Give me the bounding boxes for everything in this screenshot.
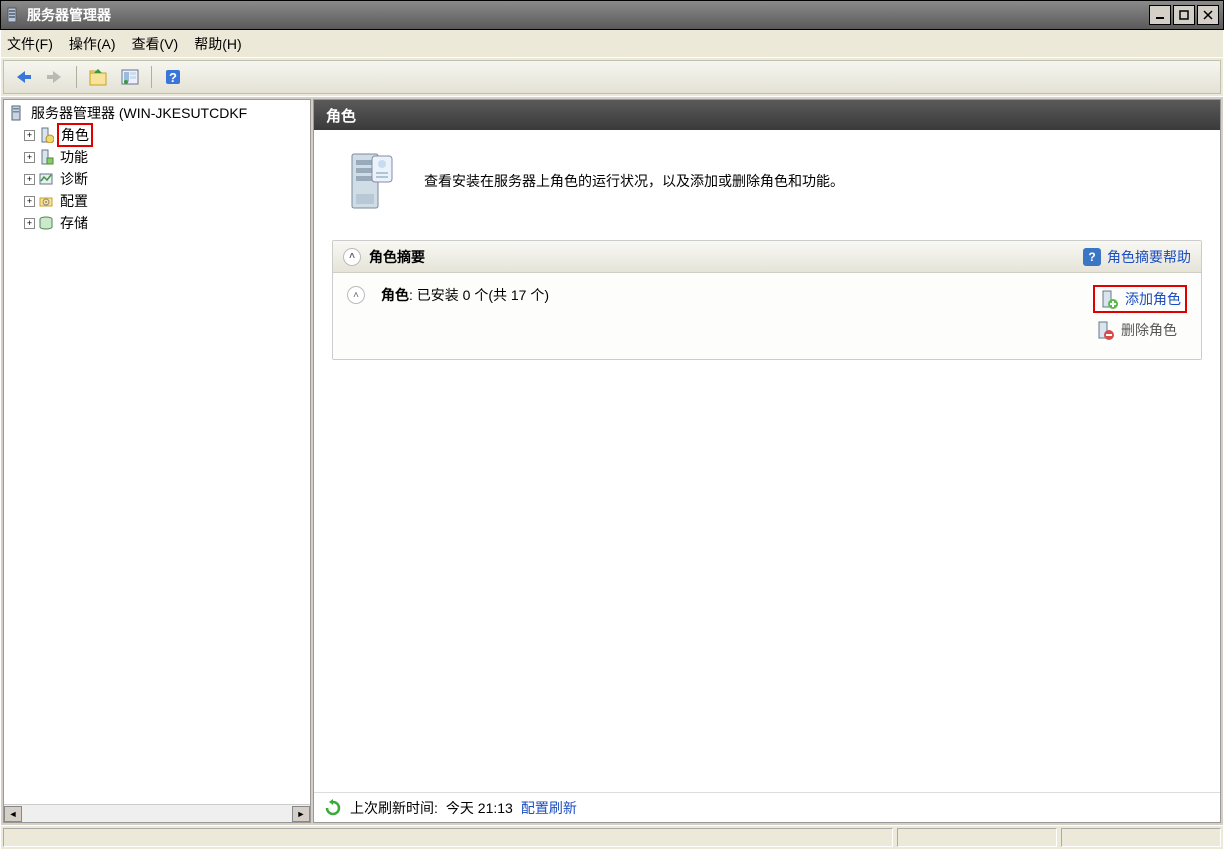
intro-section: 查看安装在服务器上角色的运行状况，以及添加或删除角色和功能。: [314, 130, 1220, 240]
toolbar-separator: [76, 66, 77, 88]
menu-file[interactable]: 文件(F): [7, 34, 53, 54]
expand-icon[interactable]: +: [24, 130, 35, 141]
toolbar-separator: [151, 66, 152, 88]
status-cell: [1061, 828, 1221, 847]
expand-icon[interactable]: +: [24, 218, 35, 229]
scroll-right-button[interactable]: ►: [292, 806, 310, 822]
svg-text:?: ?: [169, 70, 177, 85]
add-role-highlight: 添加角色: [1093, 285, 1187, 313]
menu-action[interactable]: 操作(A): [69, 34, 116, 54]
close-button[interactable]: [1197, 5, 1219, 25]
minimize-button[interactable]: [1149, 5, 1171, 25]
last-refresh-value: 今天 21:13: [446, 798, 513, 818]
tree-item-features[interactable]: + 功能: [6, 146, 310, 168]
content-title: 角色: [326, 105, 356, 126]
storage-icon: [37, 214, 55, 232]
roles-label: 角色: [381, 287, 409, 303]
tree-item-configuration[interactable]: + 配置: [6, 190, 310, 212]
status-cell: [897, 828, 1057, 847]
section-body: ˄ 角色: 已安装 0 个(共 17 个) 添加角色: [333, 273, 1201, 359]
menu-view[interactable]: 查看(V): [132, 34, 179, 54]
properties-button[interactable]: [117, 64, 143, 90]
status-cell: [3, 828, 893, 847]
help-button[interactable]: ?: [160, 64, 186, 90]
scroll-left-button[interactable]: ◄: [4, 806, 22, 822]
roles-icon: [37, 126, 55, 144]
tree-root-label: 服务器管理器 (WIN-JKESUTCDKF: [28, 102, 250, 124]
content-status-bar: 上次刷新时间: 今天 21:13 配置刷新: [314, 792, 1220, 822]
tree-horizontal-scrollbar[interactable]: ◄ ►: [4, 804, 310, 822]
remove-role-link[interactable]: 删除角色: [1121, 320, 1177, 340]
roles-actions: 添加角色 删除角色: [1093, 285, 1187, 341]
toolbar: ?: [3, 60, 1221, 94]
expand-icon[interactable]: +: [24, 196, 35, 207]
diagnostics-icon: [37, 170, 55, 188]
configuration-icon: [37, 192, 55, 210]
back-button[interactable]: [10, 64, 36, 90]
add-role-icon: [1097, 288, 1119, 310]
help-icon: ?: [1083, 248, 1101, 266]
up-button[interactable]: [85, 64, 111, 90]
tree-pane: 服务器管理器 (WIN-JKESUTCDKF + 角色 + 功能 +: [3, 99, 311, 823]
configure-refresh-link[interactable]: 配置刷新: [521, 798, 577, 818]
roles-status-row: ˄ 角色: 已安装 0 个(共 17 个): [347, 285, 549, 305]
forward-button[interactable]: [42, 64, 68, 90]
tree-item-roles-label: 角色: [57, 123, 93, 147]
menu-bar: 文件(F) 操作(A) 查看(V) 帮助(H): [0, 30, 1224, 58]
content-pane: 角色: [313, 99, 1221, 823]
tree-item-features-label: 功能: [57, 146, 91, 168]
remove-role-row: 删除角色: [1093, 319, 1187, 341]
intro-text: 查看安装在服务器上角色的运行状况，以及添加或删除角色和功能。: [424, 171, 844, 191]
tree-item-diagnostics[interactable]: + 诊断: [6, 168, 310, 190]
section-header[interactable]: ˄ 角色摘要 ? 角色摘要帮助: [333, 241, 1201, 273]
app-icon: [5, 7, 21, 23]
tree-item-storage[interactable]: + 存储: [6, 212, 310, 234]
main-area: 服务器管理器 (WIN-JKESUTCDKF + 角色 + 功能 +: [0, 97, 1224, 826]
toolbar-container: ?: [0, 58, 1224, 97]
content-header: 角色: [314, 100, 1220, 130]
window-title: 服务器管理器: [27, 5, 111, 25]
content-body: 查看安装在服务器上角色的运行状况，以及添加或删除角色和功能。 ˄ 角色摘要 ? …: [314, 130, 1220, 792]
server-manager-icon: [8, 104, 26, 122]
collapse-icon[interactable]: ˄: [343, 248, 361, 266]
tree-item-diagnostics-label: 诊断: [57, 168, 91, 190]
add-role-link[interactable]: 添加角色: [1125, 289, 1181, 309]
window-status-bar: [0, 826, 1224, 850]
refresh-icon: [324, 799, 342, 817]
roles-summary-help-link[interactable]: 角色摘要帮助: [1107, 247, 1191, 267]
roles-summary-section: ˄ 角色摘要 ? 角色摘要帮助 ˄ 角色: 已安装 0 个(共 17 个): [332, 240, 1202, 360]
collapse-icon[interactable]: ˄: [347, 286, 365, 304]
menu-help[interactable]: 帮助(H): [194, 34, 241, 54]
features-icon: [37, 148, 55, 166]
roles-installed-count: 已安装 0 个(共 17 个): [417, 287, 549, 303]
last-refresh-label: 上次刷新时间:: [350, 798, 438, 818]
expand-icon[interactable]: +: [24, 174, 35, 185]
maximize-button[interactable]: [1173, 5, 1195, 25]
remove-role-icon: [1093, 319, 1115, 341]
expand-icon[interactable]: +: [24, 152, 35, 163]
server-graphic-icon: [334, 146, 404, 216]
title-bar: 服务器管理器: [0, 0, 1224, 30]
tree-item-storage-label: 存储: [57, 212, 91, 234]
tree[interactable]: 服务器管理器 (WIN-JKESUTCDKF + 角色 + 功能 +: [4, 100, 310, 804]
tree-item-roles[interactable]: + 角色: [6, 124, 310, 146]
tree-root[interactable]: 服务器管理器 (WIN-JKESUTCDKF: [6, 102, 310, 124]
tree-item-configuration-label: 配置: [57, 190, 91, 212]
section-title: 角色摘要: [369, 247, 425, 267]
